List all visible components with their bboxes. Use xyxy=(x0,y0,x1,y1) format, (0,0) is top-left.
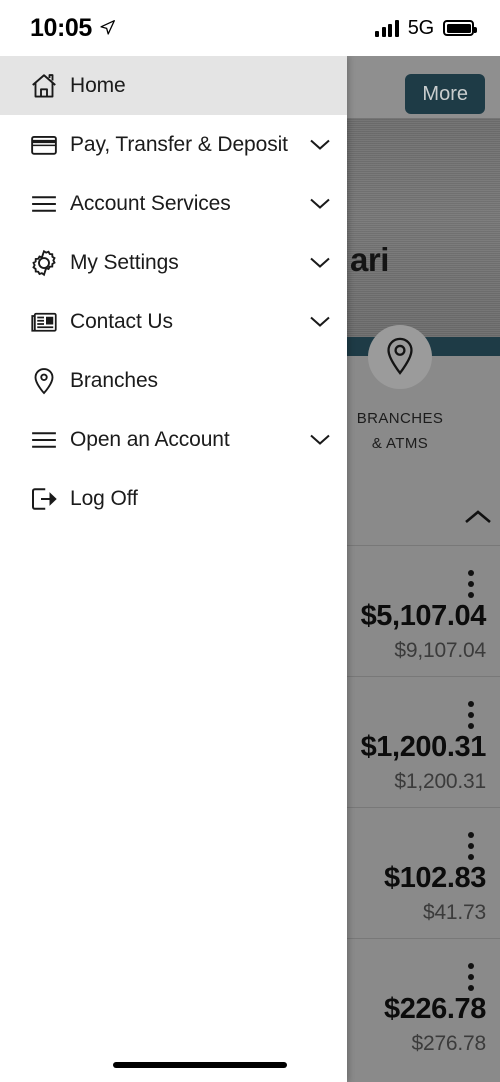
sidebar-item-branches[interactable]: Branches xyxy=(0,351,347,410)
battery-full-icon xyxy=(443,20,477,36)
chevron-down-icon[interactable] xyxy=(307,137,333,153)
phone-screen: More ari BRANCHES & ATMS $5,107.04 $9,10… xyxy=(0,0,500,1082)
kebab-menu-icon[interactable] xyxy=(468,701,474,729)
kebab-menu-icon[interactable] xyxy=(468,963,474,991)
quick-action-line1: BRANCHES xyxy=(356,410,444,427)
sidebar-item-home[interactable]: Home xyxy=(0,56,347,115)
chevron-down-icon[interactable] xyxy=(307,196,333,212)
map-pin-icon[interactable] xyxy=(368,325,432,389)
sidebar-item-contact-us[interactable]: Contact Us xyxy=(0,292,347,351)
home-indicator[interactable] xyxy=(113,1062,287,1068)
account-balance-primary: $102.83 xyxy=(383,862,486,894)
chevron-down-icon[interactable] xyxy=(307,255,333,271)
sidebar-item-account-services[interactable]: Account Services xyxy=(0,174,347,233)
account-balance-primary: $226.78 xyxy=(383,993,486,1025)
navigation-drawer: Home Pay, Transfer & Deposit Account Ser… xyxy=(0,56,347,1082)
quick-action-label: BRANCHES & ATMS xyxy=(330,406,470,456)
hamburger-icon xyxy=(18,418,70,462)
sidebar-item-label: Open an Account xyxy=(70,427,230,451)
account-balance-primary: $1,200.31 xyxy=(360,731,487,763)
chevron-down-icon[interactable] xyxy=(307,432,333,448)
sidebar-item-my-settings[interactable]: My Settings xyxy=(0,233,347,292)
chevron-up-icon[interactable] xyxy=(463,508,493,526)
account-balance-secondary: $9,107.04 xyxy=(394,639,486,662)
gear-icon xyxy=(18,241,70,285)
kebab-menu-icon[interactable] xyxy=(468,570,474,598)
status-time: 10:05 xyxy=(30,13,92,42)
signal-bars-icon xyxy=(375,19,399,37)
status-indicators: 5G xyxy=(375,16,477,40)
kebab-menu-icon[interactable] xyxy=(468,832,474,860)
sidebar-item-label: My Settings xyxy=(70,250,179,274)
account-balance-primary: $5,107.04 xyxy=(360,600,487,632)
newspaper-icon xyxy=(18,300,70,344)
status-time-group: 10:05 xyxy=(30,14,116,43)
more-button[interactable]: More xyxy=(405,74,485,114)
logout-icon xyxy=(18,477,70,521)
hamburger-icon xyxy=(18,182,70,226)
sidebar-item-label: Pay, Transfer & Deposit xyxy=(70,132,288,156)
network-label: 5G xyxy=(407,16,434,39)
credit-card-icon xyxy=(18,123,70,167)
sidebar-item-log-off[interactable]: Log Off xyxy=(0,469,347,528)
location-arrow-icon xyxy=(99,14,116,43)
sidebar-item-label: Log Off xyxy=(70,486,138,510)
account-balance-secondary: $1,200.31 xyxy=(394,770,486,793)
chevron-down-icon[interactable] xyxy=(307,314,333,330)
sidebar-item-label: Account Services xyxy=(70,191,231,215)
quick-action-line2: & ATMS xyxy=(371,435,429,452)
map-pin-icon xyxy=(18,359,70,403)
greeting-text: ari xyxy=(350,241,389,278)
account-balance-secondary: $276.78 xyxy=(411,1032,486,1055)
sidebar-item-label: Contact Us xyxy=(70,309,173,333)
status-bar: 10:05 5G xyxy=(0,0,500,56)
sidebar-item-pay-transfer-deposit[interactable]: Pay, Transfer & Deposit xyxy=(0,115,347,174)
sidebar-item-label: Branches xyxy=(70,368,158,392)
account-balance-secondary: $41.73 xyxy=(422,901,486,924)
home-icon xyxy=(18,64,70,108)
sidebar-item-open-an-account[interactable]: Open an Account xyxy=(0,410,347,469)
sidebar-item-label: Home xyxy=(70,73,126,97)
